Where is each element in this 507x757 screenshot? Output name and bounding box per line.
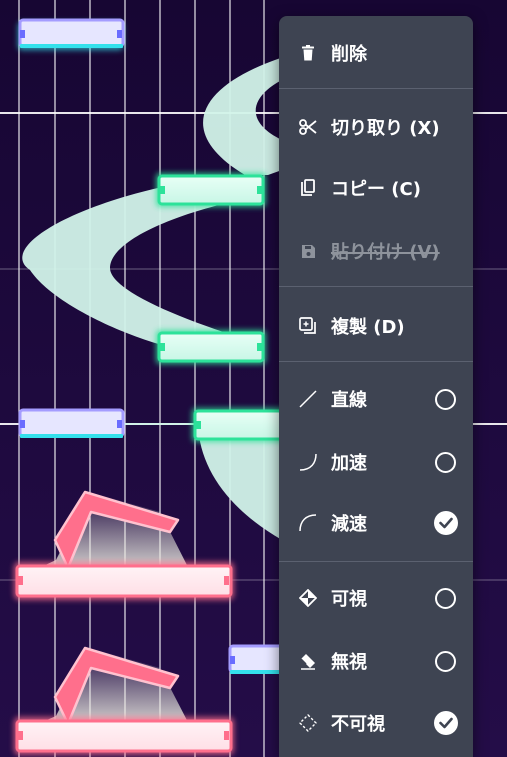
slide-note[interactable] bbox=[192, 408, 289, 442]
line-icon bbox=[298, 389, 318, 409]
menu-item-label: 減速 bbox=[331, 514, 367, 535]
scissors-icon bbox=[298, 117, 318, 137]
menu-item-label: 加速 bbox=[331, 453, 367, 474]
menu-item-label: 直線 bbox=[331, 390, 367, 411]
menu-item-linear[interactable]: 直線 bbox=[279, 373, 473, 425]
invisible-diamond-icon bbox=[298, 713, 318, 733]
context-menu: 削除 切り取り (X) コピー (C) 貼り付け (V) 複製 (D) 直線 加… bbox=[279, 16, 473, 757]
menu-item-visible[interactable]: 可視 bbox=[279, 572, 473, 624]
menu-item-delete[interactable]: 削除 bbox=[279, 27, 473, 79]
menu-divider bbox=[279, 361, 473, 362]
slide-note[interactable] bbox=[156, 330, 266, 364]
menu-divider bbox=[279, 88, 473, 89]
radio-unchecked[interactable] bbox=[435, 388, 456, 410]
duplicate-icon bbox=[298, 316, 318, 336]
menu-item-label: コピー (C) bbox=[331, 179, 421, 200]
menu-divider bbox=[279, 561, 473, 562]
flick-note[interactable] bbox=[14, 717, 234, 755]
menu-item-paste[interactable]: 貼り付け (V) bbox=[279, 225, 473, 277]
radio-unchecked[interactable] bbox=[435, 650, 456, 672]
menu-item-accelerate[interactable]: 加速 bbox=[279, 436, 473, 488]
visible-diamond-icon bbox=[298, 588, 318, 608]
eraser-icon bbox=[298, 651, 318, 671]
menu-item-label: 不可視 bbox=[331, 714, 385, 735]
menu-item-copy[interactable]: コピー (C) bbox=[279, 162, 473, 214]
save-icon bbox=[298, 241, 318, 261]
checkmark-icon[interactable] bbox=[434, 711, 458, 735]
menu-item-label: 切り取り (X) bbox=[331, 118, 440, 139]
menu-item-ignore[interactable]: 無視 bbox=[279, 635, 473, 687]
ease-in-icon bbox=[298, 452, 318, 472]
flick-note[interactable] bbox=[14, 562, 234, 600]
copy-icon bbox=[298, 178, 318, 198]
tap-note[interactable] bbox=[18, 408, 125, 438]
menu-item-label: 削除 bbox=[331, 44, 367, 65]
radio-unchecked[interactable] bbox=[435, 587, 456, 609]
menu-item-label: 可視 bbox=[331, 589, 367, 610]
menu-item-decelerate[interactable]: 減速 bbox=[279, 497, 473, 549]
tap-note[interactable] bbox=[18, 18, 125, 50]
slide-note[interactable] bbox=[156, 173, 266, 207]
menu-item-label: 無視 bbox=[331, 652, 367, 673]
menu-item-label: 複製 (D) bbox=[331, 317, 405, 338]
menu-item-label: 貼り付け (V) bbox=[331, 242, 440, 263]
radio-unchecked[interactable] bbox=[435, 451, 456, 473]
ease-out-icon bbox=[298, 513, 318, 533]
menu-item-cut[interactable]: 切り取り (X) bbox=[279, 101, 473, 153]
checkmark-icon[interactable] bbox=[434, 511, 458, 535]
menu-item-invisible[interactable]: 不可視 bbox=[279, 697, 473, 749]
menu-divider bbox=[279, 286, 473, 287]
menu-item-duplicate[interactable]: 複製 (D) bbox=[279, 300, 473, 352]
trash-icon bbox=[298, 43, 318, 63]
